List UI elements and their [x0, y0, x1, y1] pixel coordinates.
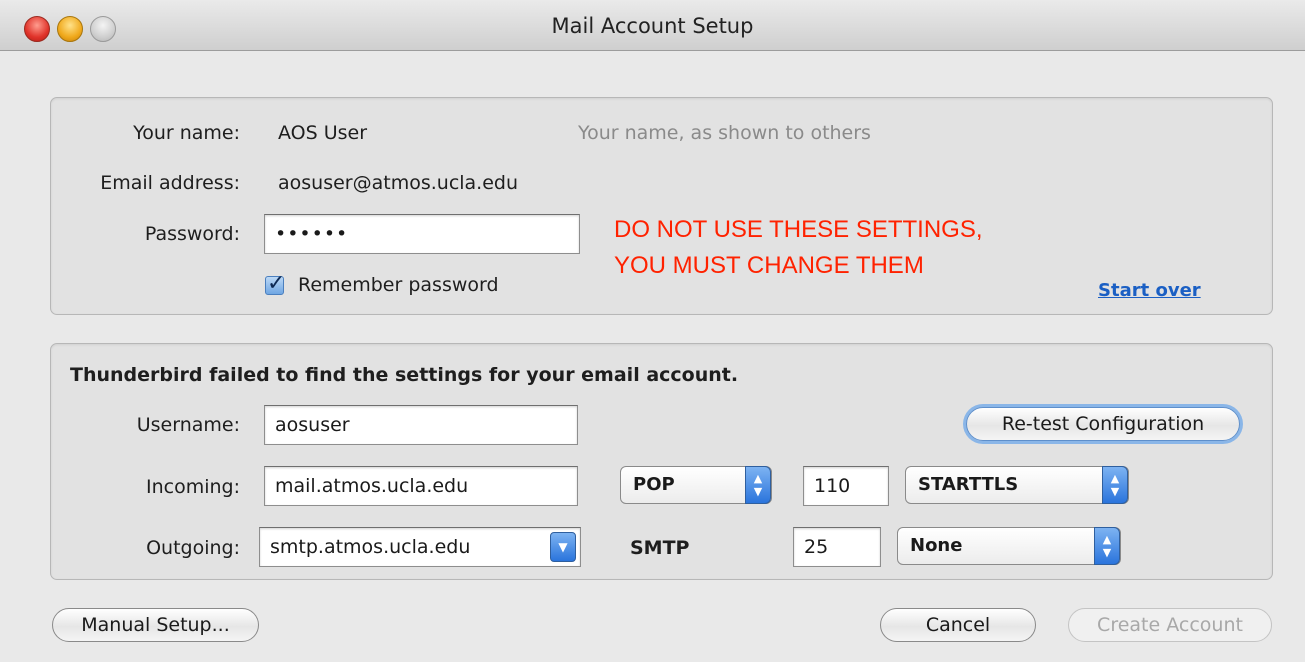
password-field[interactable]: •••••• [264, 214, 580, 254]
checkmark-icon: ✓ [267, 271, 286, 296]
incoming-security-value: STARTTLS [918, 474, 1019, 495]
up-down-arrows-icon: ▲ ▼ [1094, 527, 1120, 565]
password-label: Password: [144, 223, 240, 245]
up-down-arrows-icon: ▲ ▼ [745, 466, 771, 504]
outgoing-security-value: None [910, 535, 963, 556]
email-address-label: Email address: [100, 172, 240, 194]
outgoing-label: Outgoing: [146, 537, 240, 559]
window-title: Mail Account Setup [551, 14, 754, 38]
warning-line-2: YOU MUST CHANGE THEM [614, 252, 924, 279]
outgoing-protocol-label: SMTP [630, 537, 690, 559]
chevron-down-icon[interactable]: ▼ [550, 532, 576, 562]
cancel-button[interactable]: Cancel [880, 608, 1036, 642]
retest-configuration-button[interactable]: Re-test Configuration [966, 407, 1240, 441]
outgoing-server-combobox[interactable]: smtp.atmos.ucla.edu [259, 527, 581, 567]
your-name-label: Your name: [133, 122, 240, 144]
create-account-button[interactable]: Create Account [1068, 608, 1272, 642]
incoming-server-field[interactable]: mail.atmos.ucla.edu [264, 466, 578, 506]
incoming-protocol-popup[interactable]: POP ▲ ▼ [620, 466, 772, 504]
start-over-link[interactable]: Start over [1098, 280, 1201, 301]
up-down-arrows-icon: ▲ ▼ [1102, 466, 1128, 504]
email-address-value[interactable]: aosuser@atmos.ucla.edu [278, 172, 518, 194]
your-name-hint: Your name, as shown to others [578, 122, 871, 144]
incoming-label: Incoming: [145, 476, 240, 498]
incoming-security-popup[interactable]: STARTTLS ▲ ▼ [905, 466, 1129, 504]
title-bar[interactable]: Mail Account Setup [0, 0, 1305, 51]
warning-line-1: DO NOT USE THESE SETTINGS, [614, 216, 983, 243]
remember-password-checkbox[interactable]: ✓ [265, 271, 285, 296]
manual-setup-button[interactable]: Manual Setup... [52, 608, 259, 642]
incoming-protocol-value: POP [633, 474, 675, 495]
username-label: Username: [136, 414, 240, 436]
outgoing-security-popup[interactable]: None ▲ ▼ [897, 527, 1121, 565]
username-field[interactable]: aosuser [264, 405, 578, 445]
config-status-message: Thunderbird failed to find the settings … [70, 364, 739, 386]
mail-account-setup-window: Mail Account Setup Your name: AOS User Y… [0, 0, 1305, 662]
outgoing-port-field[interactable]: 25 [793, 527, 881, 567]
remember-password-label[interactable]: Remember password [298, 274, 499, 296]
your-name-value[interactable]: AOS User [278, 122, 367, 144]
incoming-port-field[interactable]: 110 [803, 466, 889, 506]
